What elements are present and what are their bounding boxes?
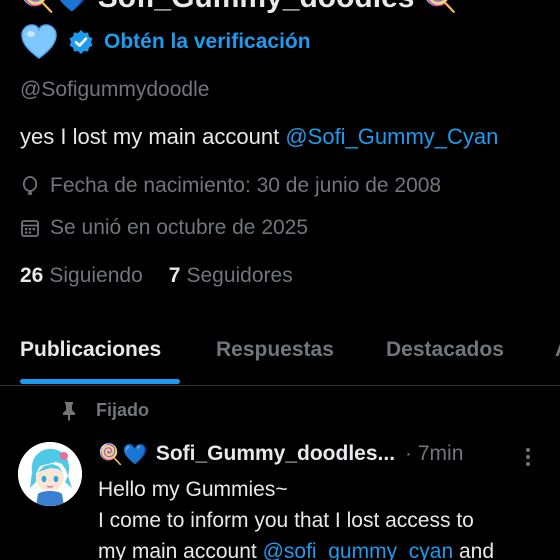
tab-publicaciones[interactable]: Publicaciones: [20, 338, 161, 362]
calendar-icon: [21, 220, 39, 237]
tweet-text: Hello my Gummies~ I come to inform you t…: [98, 474, 548, 560]
following-link[interactable]: 26 Siguiendo: [20, 264, 143, 288]
avatar-drawing: [18, 442, 82, 506]
verified-badge-icon[interactable]: [68, 29, 94, 55]
followers-link[interactable]: 7 Seguidores: [169, 264, 293, 288]
pinned-label: Fijado: [96, 400, 149, 420]
tweet-line: Hello my Gummies~: [98, 478, 288, 501]
profile-display-name: Sofi_Gummy_doodles: [98, 0, 415, 15]
tweet-mention-link[interactable]: @sofi_gummy_cyan: [263, 540, 454, 560]
bio-mention-link[interactable]: @Sofi_Gummy_Cyan: [285, 124, 498, 149]
tweet-avatar[interactable]: [18, 442, 82, 506]
pinned-indicator: Fijado: [60, 400, 149, 421]
lollipop-emoji: 🍭: [422, 0, 457, 12]
more-options-icon[interactable]: [520, 446, 536, 466]
tab-respuestas[interactable]: Respuestas: [216, 338, 334, 362]
tweet-line-text: my main account: [98, 540, 263, 560]
tweet-line: my main account @sofi_gummy_cyan and: [98, 536, 548, 560]
tab-destacados[interactable]: Destacados: [386, 338, 504, 362]
bio-text: yes I lost my main account: [20, 124, 286, 149]
followers-count: 7: [168, 264, 181, 287]
balloon-icon: [22, 176, 38, 195]
tweet-line: I come to inform you that I lost access …: [98, 509, 474, 532]
join-date-text: Se unió en octubre de 2025: [50, 216, 309, 239]
following-count: 26: [20, 264, 44, 287]
tweet-author-name[interactable]: Sofi_Gummy_doodles...: [156, 442, 395, 466]
pin-icon: [63, 401, 75, 421]
tab-next-cut-off[interactable]: A: [555, 338, 560, 362]
profile-name-row: 🍭💙 Sofi_Gummy_doodles 🍭: [20, 0, 457, 18]
profile-tabs: Publicaciones Respuestas Destacados A: [0, 326, 560, 386]
tweet-line-tail: and: [453, 540, 495, 560]
follow-stats: 26 Siguiendo 7 Seguidores: [20, 264, 293, 288]
birth-date-row: Fecha de nacimiento: 30 de junio de 2008: [20, 174, 441, 198]
profile-bio: yes I lost my main account @Sofi_Gummy_C…: [20, 124, 498, 150]
get-verified-link[interactable]: Obtén la verificación: [104, 30, 311, 54]
blue-heart-icon: [21, 24, 57, 59]
tweet-header: 🍭💙 Sofi_Gummy_doodles... · 7min: [98, 442, 463, 466]
tweet-time[interactable]: · 7min: [405, 442, 463, 466]
followers-label: Seguidores: [186, 264, 293, 287]
birth-date-text: Fecha de nacimiento: 30 de junio de 2008: [50, 174, 442, 197]
join-date-row: Se unió en octubre de 2025: [20, 216, 308, 240]
author-emoji: 🍭💙: [98, 442, 148, 466]
following-label: Siguiendo: [49, 264, 143, 287]
verification-row: Obtén la verificación: [20, 22, 311, 62]
active-tab-indicator: [20, 379, 180, 384]
profile-handle: @Sofigummydoodle: [20, 78, 210, 101]
lollipop-heart-emoji: 🍭💙: [20, 0, 90, 12]
